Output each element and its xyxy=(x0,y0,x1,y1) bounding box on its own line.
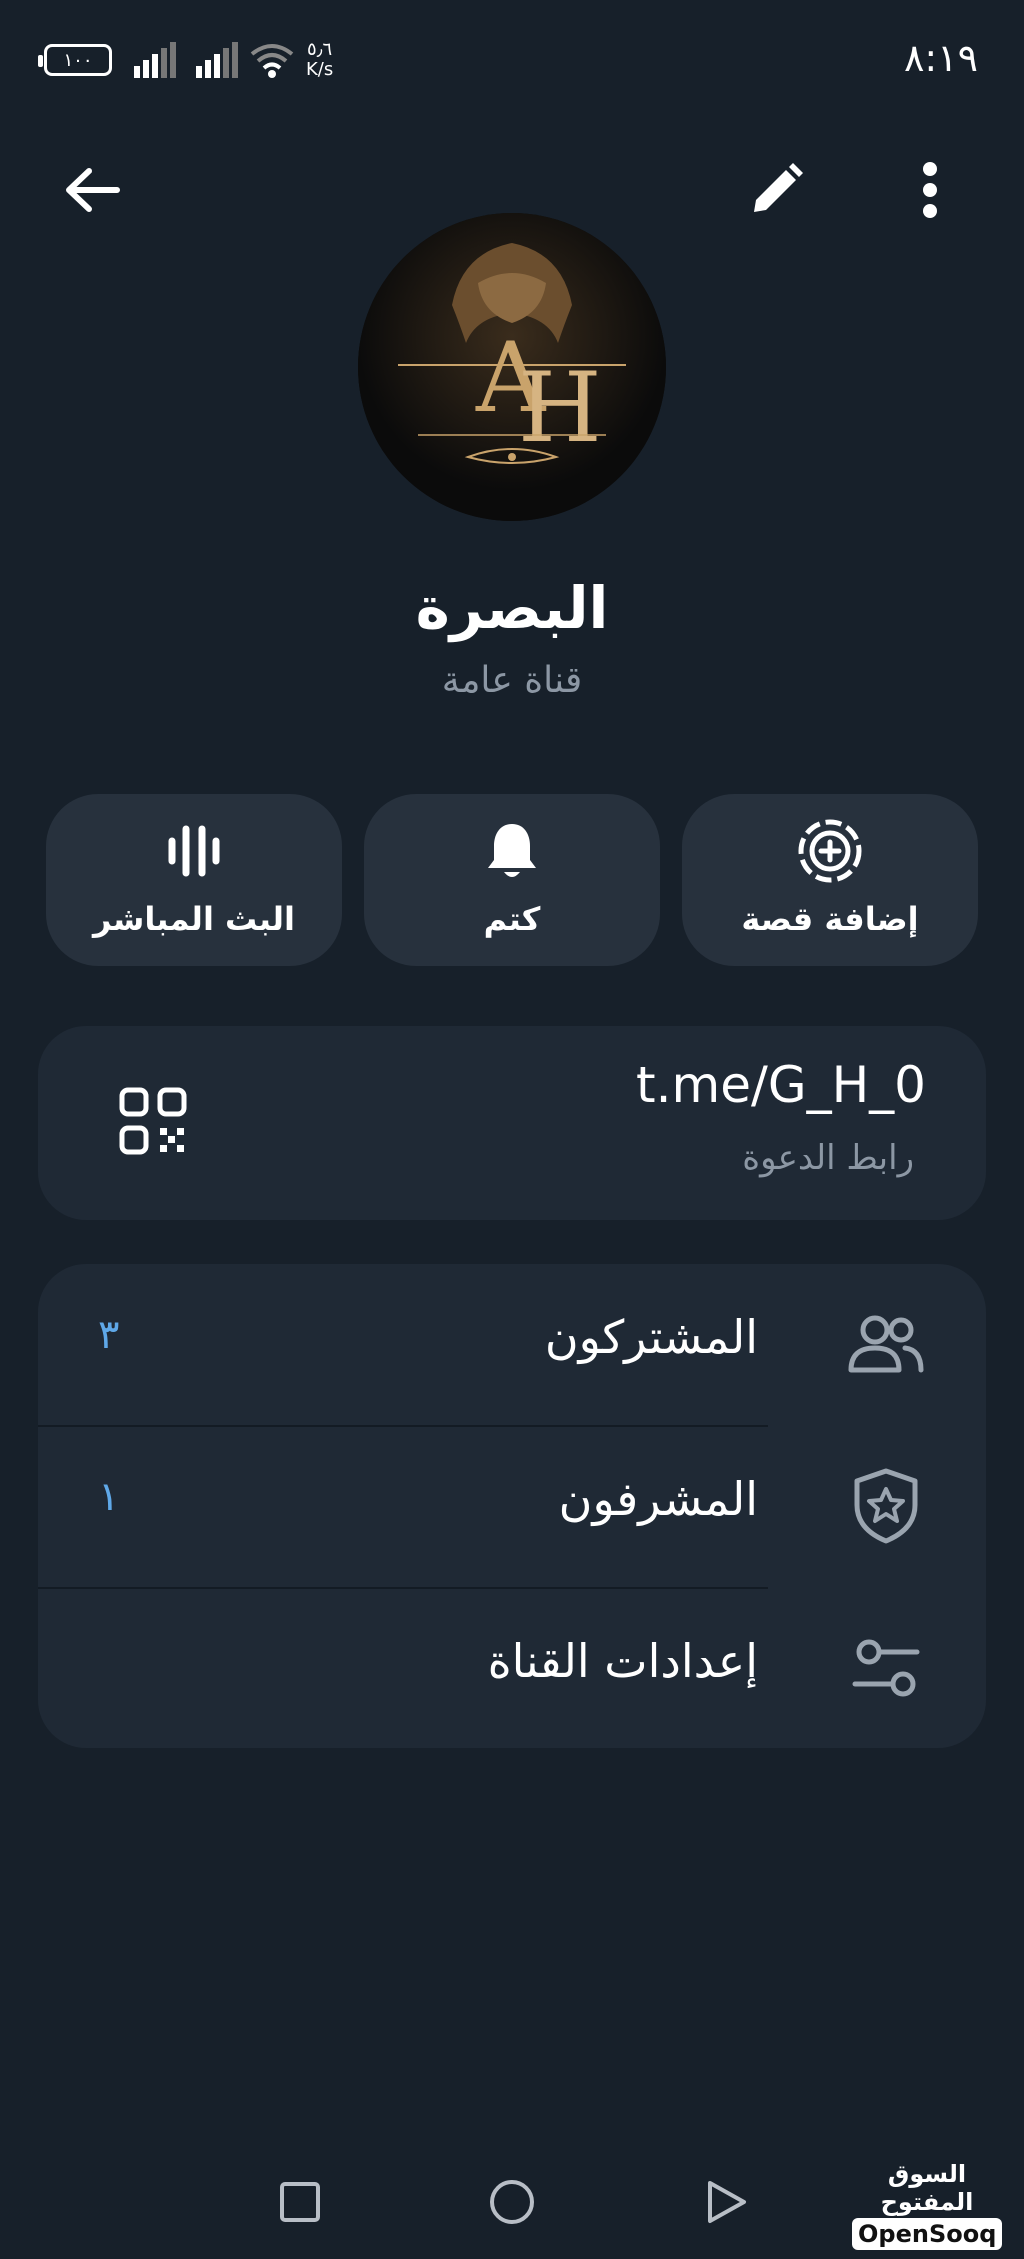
add-story-label: إضافة قصة xyxy=(741,900,919,938)
lion-logo-image: A H xyxy=(358,213,666,521)
circle-icon xyxy=(490,2180,534,2224)
mute-button[interactable]: كتم xyxy=(364,794,660,966)
clock: ٨:١٩ xyxy=(903,36,978,80)
battery-icon: ١٠٠ xyxy=(38,44,112,76)
network-speed-unit: K/s xyxy=(306,59,334,80)
channel-info-screen: ١٠٠ ٥٫٦ K/s ٨:١٩ A H البصرة قناة عامة إض… xyxy=(0,0,1024,2259)
invite-link-card[interactable]: t.me/G_H_0 رابط الدعوة xyxy=(38,1026,986,1220)
qr-code-icon xyxy=(119,1087,187,1155)
back-button[interactable] xyxy=(52,150,132,230)
svg-text:H: H xyxy=(518,352,602,464)
channel-settings-card: المشتركون ٣ المشرفون ١ إعدادات القناة xyxy=(38,1264,986,1748)
live-stream-button[interactable]: البث المباشر xyxy=(46,794,342,966)
subscribers-count: ٣ xyxy=(98,1312,120,1358)
invite-link[interactable]: t.me/G_H_0 xyxy=(636,1056,926,1114)
channel-name: البصرة xyxy=(415,574,609,642)
subscribers-label: المشتركون xyxy=(544,1310,758,1364)
pencil-icon xyxy=(754,163,803,212)
channel-avatar[interactable]: A H xyxy=(358,213,666,521)
triangle-back-icon xyxy=(708,2181,746,2223)
edit-button[interactable] xyxy=(736,150,816,230)
qr-code-button[interactable] xyxy=(118,1086,188,1160)
wifi-icon xyxy=(250,44,294,78)
channel-settings-label: إعدادات القناة xyxy=(487,1634,758,1688)
network-speed-value: ٥٫٦ xyxy=(307,39,333,60)
bell-icon xyxy=(488,824,536,877)
admins-row[interactable]: المشرفون ١ xyxy=(38,1426,986,1587)
more-options-button[interactable] xyxy=(890,150,970,230)
invite-link-label: رابط الدعوة xyxy=(742,1138,914,1178)
admins-count: ١ xyxy=(98,1474,120,1520)
back-nav-button[interactable] xyxy=(696,2172,756,2232)
square-icon xyxy=(280,2182,320,2222)
shield-star-icon xyxy=(854,1468,918,1544)
admins-label: المشرفون xyxy=(558,1472,758,1526)
status-bar: ١٠٠ ٥٫٦ K/s ٨:١٩ xyxy=(0,0,1024,120)
signal-icon xyxy=(134,42,176,78)
opensooq-watermark: السوق المفتوح OpenSooq xyxy=(852,2160,1002,2250)
add-story-icon xyxy=(798,819,862,883)
channel-type: قناة عامة xyxy=(441,660,583,701)
home-button[interactable] xyxy=(482,2172,542,2232)
add-story-button[interactable]: إضافة قصة xyxy=(682,794,978,966)
recent-apps-button[interactable] xyxy=(270,2172,330,2232)
signal-icon-2 xyxy=(196,42,238,78)
live-stream-icon xyxy=(168,825,220,877)
users-icon xyxy=(848,1315,924,1373)
battery-level: ١٠٠ xyxy=(63,49,93,71)
subscribers-row[interactable]: المشتركون ٣ xyxy=(38,1264,986,1425)
arrow-left-icon xyxy=(66,168,120,212)
sliders-icon xyxy=(852,1639,920,1697)
watermark-arabic: السوق المفتوح xyxy=(880,2160,974,2216)
network-speed: ٥٫٦ K/s xyxy=(306,40,333,80)
watermark-english: OpenSooq xyxy=(852,2218,1002,2250)
more-vertical-icon xyxy=(923,162,937,218)
mute-label: كتم xyxy=(483,900,541,938)
live-stream-label: البث المباشر xyxy=(93,900,295,938)
channel-settings-row[interactable]: إعدادات القناة xyxy=(38,1588,986,1749)
